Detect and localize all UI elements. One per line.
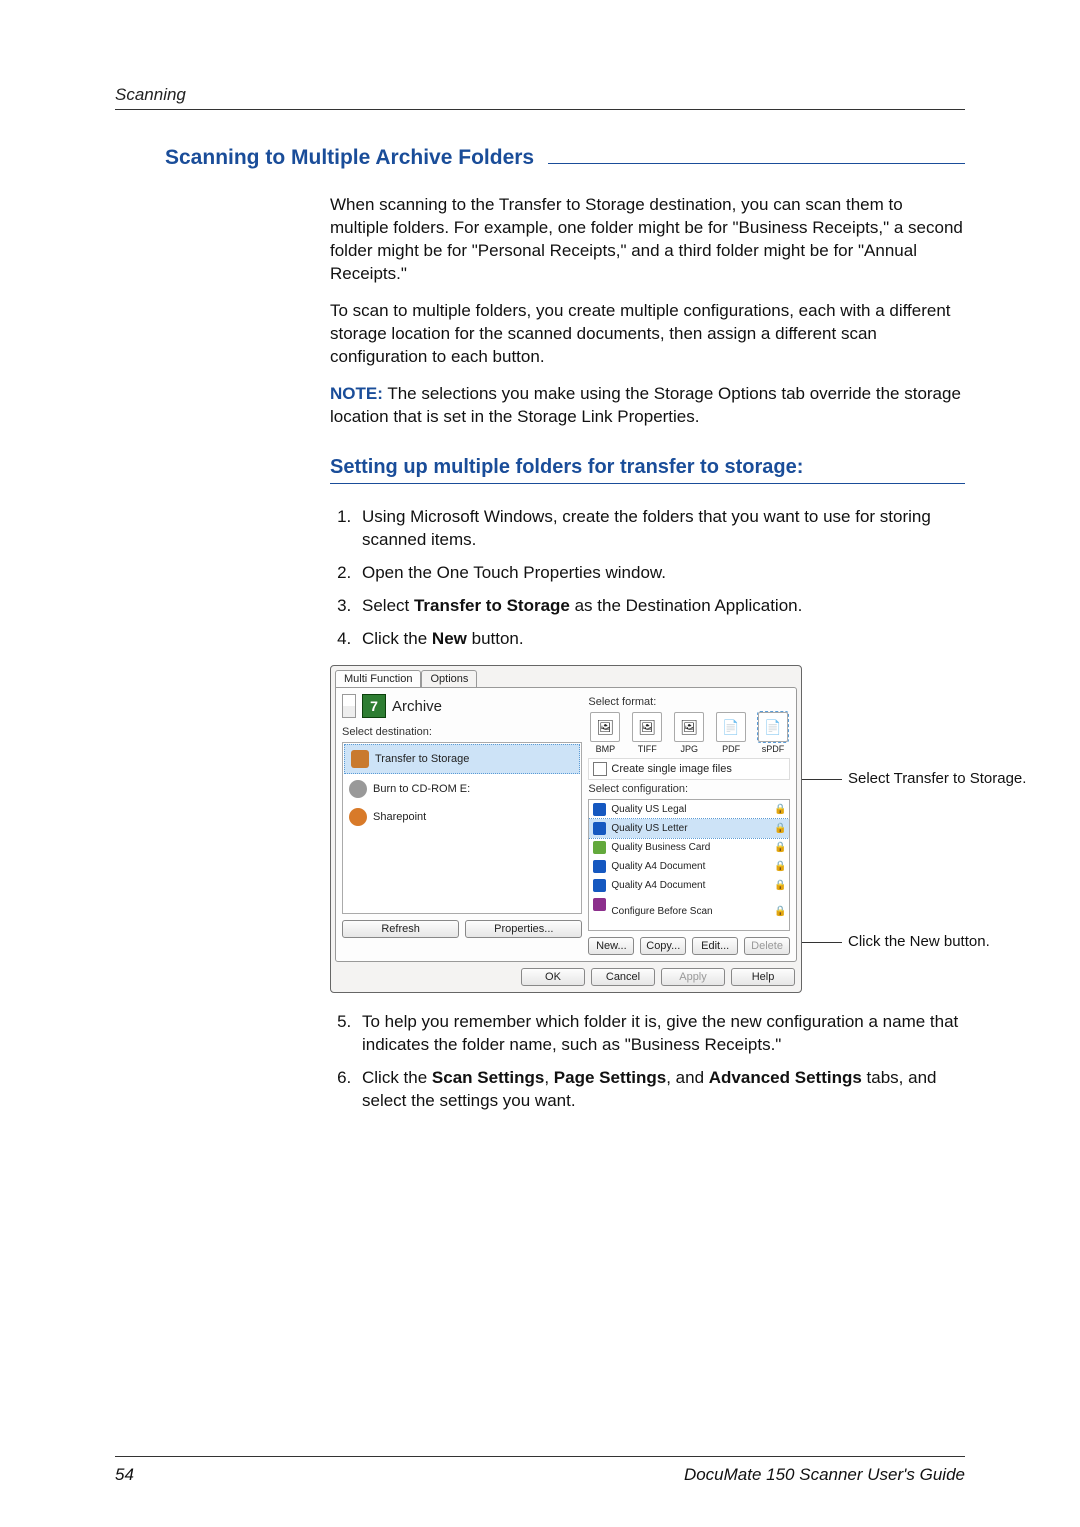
properties-button[interactable]: Properties... [465, 920, 582, 938]
config-icon [593, 879, 606, 892]
format-jpg[interactable]: 🖼 [674, 712, 704, 742]
configuration-list[interactable]: Quality US Legal🔒 Quality US Letter🔒 Qua… [588, 799, 790, 931]
destination-list[interactable]: Transfer to Storage Burn to CD-ROM E: Sh… [342, 742, 582, 914]
step-item: Using Microsoft Windows, create the fold… [356, 506, 965, 552]
config-icon [593, 822, 606, 835]
h2-rule [548, 163, 965, 164]
config-icon [593, 803, 606, 816]
select-format-label: Select format: [588, 696, 790, 708]
callout-text: Click the New button. [848, 933, 990, 950]
function-spinner[interactable] [342, 694, 356, 718]
footer-guide: DocuMate 150 Scanner User's Guide [684, 1465, 965, 1485]
tab-options[interactable]: Options [421, 670, 477, 687]
create-single-checkbox[interactable] [593, 762, 607, 776]
step-item: To help you remember which folder it is,… [356, 1011, 965, 1057]
page-number: 54 [115, 1465, 134, 1485]
properties-dialog: Multi Function Options 7 Archive Select … [330, 665, 802, 993]
select-configuration-label: Select configuration: [588, 783, 790, 795]
select-destination-label: Select destination: [342, 726, 582, 738]
config-icon [593, 860, 606, 873]
new-button[interactable]: New... [588, 937, 634, 955]
help-button[interactable]: Help [731, 968, 795, 986]
note-text: The selections you make using the Storag… [330, 384, 961, 426]
header-rule [115, 109, 965, 110]
format-tiff[interactable]: 🖼 [632, 712, 662, 742]
note-paragraph: NOTE: The selections you make using the … [330, 383, 965, 429]
h3-rule [330, 483, 965, 484]
section-label: Scanning [115, 85, 965, 105]
format-spdf[interactable]: 📄 [758, 712, 788, 742]
format-pdf[interactable]: 📄 [716, 712, 746, 742]
step-item: Click the New button. [356, 628, 965, 651]
step-item: Select Transfer to Storage as the Destin… [356, 595, 965, 618]
destination-sharepoint[interactable]: Sharepoint [343, 803, 581, 831]
copy-button[interactable]: Copy... [640, 937, 686, 955]
destination-transfer-to-storage[interactable]: Transfer to Storage [344, 744, 580, 774]
callout-text: Select Transfer to Storage. [848, 770, 1026, 787]
refresh-button[interactable]: Refresh [342, 920, 459, 938]
ok-button[interactable]: OK [521, 968, 585, 986]
heading-3: Setting up multiple folders for transfer… [330, 456, 965, 479]
cancel-button[interactable]: Cancel [591, 968, 655, 986]
lock-icon: 🔒 [774, 861, 785, 872]
create-single-label: Create single image files [611, 763, 731, 775]
step-item: Click the Scan Settings, Page Settings, … [356, 1067, 965, 1113]
function-label: Archive [392, 698, 442, 715]
delete-button[interactable]: Delete [744, 937, 790, 955]
paragraph: To scan to multiple folders, you create … [330, 300, 965, 369]
lock-icon: 🔒 [774, 842, 785, 853]
edit-button[interactable]: Edit... [692, 937, 738, 955]
lock-icon: 🔒 [774, 804, 785, 815]
config-icon [593, 898, 606, 911]
step-item: Open the One Touch Properties window. [356, 562, 965, 585]
lock-icon: 🔒 [774, 880, 785, 891]
footer-rule [115, 1456, 965, 1457]
heading-2: Scanning to Multiple Archive Folders [165, 146, 534, 170]
archive-icon: 7 [362, 694, 386, 718]
tab-multi-function[interactable]: Multi Function [335, 670, 421, 687]
paragraph: When scanning to the Transfer to Storage… [330, 194, 965, 286]
cd-icon [349, 780, 367, 798]
format-bmp[interactable]: 🖼 [590, 712, 620, 742]
lock-icon: 🔒 [774, 823, 785, 834]
apply-button[interactable]: Apply [661, 968, 725, 986]
sharepoint-icon [349, 808, 367, 826]
lock-icon: 🔒 [774, 906, 785, 917]
note-label: NOTE: [330, 384, 383, 403]
cabinet-icon [351, 750, 369, 768]
destination-burn-to-cd[interactable]: Burn to CD-ROM E: [343, 775, 581, 803]
config-icon [593, 841, 606, 854]
